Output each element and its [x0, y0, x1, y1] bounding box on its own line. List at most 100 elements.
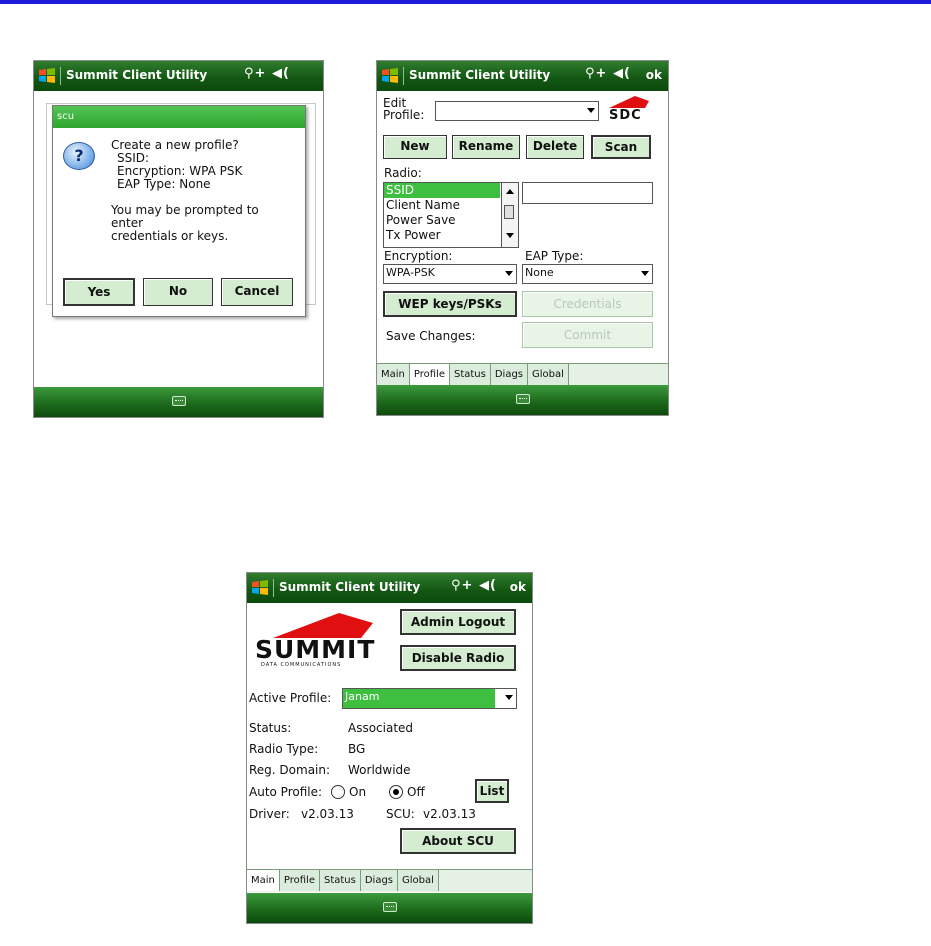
edit-profile-label: Edit Profile: [383, 96, 425, 122]
tab-profile[interactable]: Profile [409, 364, 450, 385]
chevron-down-icon [587, 108, 595, 113]
list-item[interactable]: SSID [384, 183, 500, 198]
windows-start-icon[interactable] [38, 67, 56, 85]
yes-button[interactable]: Yes [63, 278, 135, 306]
bottom-bar [377, 385, 668, 415]
scroll-thumb[interactable] [504, 205, 514, 219]
radio-label: Radio: [384, 166, 422, 180]
connectivity-volume-icon[interactable]: ⚲+ ◀( [451, 578, 497, 593]
reg-domain-label: Reg. Domain: [249, 763, 331, 777]
status-label: Status: [249, 721, 292, 735]
dialog-title: scu [57, 111, 75, 122]
page-top-rule [0, 0, 931, 4]
auto-profile-off-radio[interactable] [389, 785, 403, 799]
cancel-button[interactable]: Cancel [221, 278, 293, 306]
driver-version: v2.03.13 [301, 807, 354, 821]
keyboard-icon[interactable] [515, 394, 530, 404]
auto-profile-on-radio[interactable] [331, 785, 345, 799]
tab-main[interactable]: Main [247, 870, 280, 891]
message-line: credentials or keys. [111, 229, 229, 243]
admin-logout-button[interactable]: Admin Logout [400, 609, 516, 635]
title-separator [403, 67, 404, 85]
reg-domain-value: Worldwide [348, 763, 411, 777]
eap-type-select[interactable]: None [522, 264, 653, 284]
active-profile-label: Active Profile: [249, 691, 332, 705]
scroll-down-icon[interactable] [506, 233, 514, 238]
tab-diags[interactable]: Diags [360, 870, 399, 891]
list-scrollbar[interactable] [501, 183, 518, 247]
app-title: Summit Client Utility [66, 68, 208, 82]
app-title: Summit Client Utility [409, 68, 551, 82]
keyboard-icon[interactable] [171, 396, 186, 406]
rename-button[interactable]: Rename [452, 135, 520, 159]
list-item[interactable]: Tx Power [384, 228, 518, 243]
list-button[interactable]: List [475, 779, 509, 803]
screen-create-profile-dialog: Summit Client Utility ⚲+ ◀( scu ? Create… [33, 60, 324, 418]
active-profile-select[interactable]: Janam [342, 688, 517, 709]
confirm-dialog: scu ? Create a new profile? SSID: Encryp… [52, 105, 306, 317]
windows-start-icon[interactable] [381, 67, 399, 85]
question-icon: ? [63, 142, 95, 170]
encryption-select[interactable]: WPA-PSK [383, 264, 517, 284]
scu-version: v2.03.13 [423, 807, 476, 821]
tab-status[interactable]: Status [449, 364, 491, 385]
title-bar: Summit Client Utility ⚲+ ◀( ok [377, 61, 668, 91]
list-item[interactable]: Client Name [384, 198, 518, 213]
summit-logo-subtext: DATA COMMUNICATIONS [261, 662, 342, 668]
new-button[interactable]: New [383, 135, 447, 159]
no-button[interactable]: No [143, 278, 213, 306]
radio-value-field[interactable] [522, 182, 653, 204]
encryption-label: Encryption: [384, 249, 453, 263]
tab-bar: Main Profile Status Diags Global [247, 869, 532, 892]
sdc-logo: SDC [603, 95, 653, 123]
wep-keys-button[interactable]: WEP keys/PSKs [383, 291, 517, 317]
auto-profile-label: Auto Profile: [249, 785, 323, 799]
title-separator [60, 67, 61, 85]
tab-status[interactable]: Status [319, 870, 361, 891]
chevron-down-icon [641, 271, 649, 276]
tab-diags[interactable]: Diags [490, 364, 529, 385]
screen-main-tab: Summit Client Utility ⚲+ ◀( ok SUMMIT DA… [246, 572, 533, 924]
app-title: Summit Client Utility [279, 580, 421, 594]
chevron-down-icon [505, 271, 513, 276]
credentials-button[interactable]: Credentials [522, 291, 653, 317]
windows-start-icon[interactable] [251, 579, 269, 597]
chevron-down-icon [505, 695, 513, 700]
ok-button[interactable]: ok [510, 580, 526, 594]
radio-settings-list[interactable]: SSID Client Name Power Save Tx Power [383, 182, 519, 248]
list-item[interactable]: Power Save [384, 213, 518, 228]
dialog-message: Create a new profile? SSID: Encryption: … [111, 139, 259, 243]
driver-label: Driver: [249, 807, 290, 821]
connectivity-volume-icon[interactable]: ⚲+ ◀( [244, 66, 290, 81]
bottom-bar [247, 893, 532, 923]
title-bar: Summit Client Utility ⚲+ ◀( [34, 61, 323, 91]
connectivity-volume-icon[interactable]: ⚲+ ◀( [585, 66, 631, 81]
save-changes-label: Save Changes: [386, 329, 476, 343]
about-scu-button[interactable]: About SCU [400, 828, 516, 854]
ok-button[interactable]: ok [646, 68, 662, 82]
delete-button[interactable]: Delete [526, 135, 584, 159]
disable-radio-button[interactable]: Disable Radio [400, 645, 516, 671]
scan-button[interactable]: Scan [591, 135, 651, 159]
tab-global[interactable]: Global [528, 364, 569, 385]
auto-profile-on-label: On [349, 785, 367, 799]
screen-profile-tab: Summit Client Utility ⚲+ ◀( ok Edit Prof… [376, 60, 669, 416]
message-line: EAP Type: None [117, 177, 211, 191]
scroll-up-icon[interactable] [506, 189, 514, 194]
radio-type-value: BG [348, 742, 366, 756]
bottom-bar [34, 387, 323, 417]
summit-logo-text: SUMMIT [255, 635, 376, 664]
keyboard-icon[interactable] [382, 902, 397, 912]
sdc-logo-mark [609, 96, 649, 108]
title-bar: Summit Client Utility ⚲+ ◀( ok [247, 573, 532, 603]
sdc-logo-text: SDC [609, 108, 642, 123]
radio-type-label: Radio Type: [249, 742, 319, 756]
tab-main[interactable]: Main [377, 364, 410, 385]
dialog-title-bar: scu [53, 106, 305, 128]
edit-profile-select[interactable] [435, 101, 599, 121]
title-separator [273, 579, 274, 597]
tab-profile[interactable]: Profile [279, 870, 320, 891]
tab-global[interactable]: Global [398, 870, 439, 891]
eap-type-label: EAP Type: [525, 249, 584, 263]
commit-button[interactable]: Commit [522, 322, 653, 348]
